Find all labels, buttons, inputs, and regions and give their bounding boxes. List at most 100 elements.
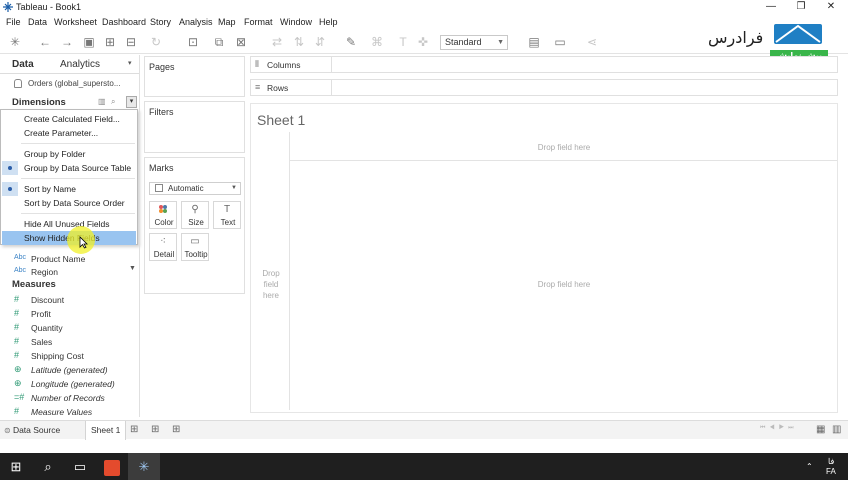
show-cards-icon[interactable]: ▤ [527,35,541,49]
chevron-down-icon: ▼ [497,39,504,46]
view-drop-zone[interactable]: Drop field here [291,280,837,289]
dimensions-menu-button[interactable]: ▾ [126,96,137,108]
tableau-taskbar-icon[interactable]: ✳ [128,453,160,480]
undo-icon[interactable]: ← [38,35,52,49]
label-icon[interactable]: T [396,35,410,49]
swap-icon[interactable]: ⇄ [270,35,284,49]
sort-descending-icon[interactable]: ⇵ [313,35,327,49]
menu-item-create-parameter[interactable]: Create Parameter... [2,126,136,140]
worksheet-canvas[interactable]: Sheet 1 Drop field here Drop field here … [250,103,838,413]
group-icon[interactable]: ⌘ [370,35,384,49]
sheet-title[interactable]: Sheet 1 [257,112,305,128]
presentation-icon[interactable]: ▭ [553,35,567,49]
scroll-down-icon[interactable]: ▼ [129,265,136,272]
field-longitude[interactable]: ⊕ Longitude (generated) [0,377,139,391]
menu-help[interactable]: Help [319,17,338,27]
rows-drop-zone[interactable]: Drop field here [253,268,289,301]
field-shipping-cost[interactable]: # Shipping Cost [0,349,139,363]
field-product-name[interactable]: Abc Product Name [0,252,139,266]
menu-worksheet[interactable]: Worksheet [54,17,97,27]
duplicate-icon[interactable]: ⧉ [212,35,226,49]
tab-data-source[interactable]: ⊜ Data Source [4,421,60,440]
columns-shelf[interactable]: ⦀ Columns [250,56,838,73]
detail-label: Detail [153,250,175,259]
search-icon[interactable]: ⌕ [32,453,64,480]
share-icon[interactable]: ⋖ [585,35,599,49]
filters-card[interactable]: Filters [144,101,245,153]
color-button[interactable]: Color [149,201,177,229]
tableau-logo-icon[interactable]: ✳ [8,35,22,49]
clear-icon[interactable]: ⊠ [234,35,248,49]
datasource-item[interactable]: Orders (global_supersto... [0,76,139,92]
rows-drop-text: here [262,291,279,300]
size-button[interactable]: ⚲ Size [181,201,209,229]
restore-button[interactable]: ❐ [786,0,816,15]
new-datasource-icon[interactable]: ⊞ [103,35,117,49]
tray-up-arrow-icon[interactable]: ⌃ [806,462,813,471]
mark-type-select[interactable]: Automatic ▼ [149,182,241,195]
menu-item-group-by-data-source-table[interactable]: Group by Data Source Table [2,161,136,175]
tab-sheet-1[interactable]: Sheet 1 [85,421,127,440]
grid-view-icon[interactable]: ▥ [832,424,841,435]
minimize-button[interactable]: — [756,0,786,15]
columns-drop-zone[interactable]: Drop field here [291,143,837,152]
highlight-icon[interactable]: ✎ [344,35,358,49]
pages-card[interactable]: Pages [144,56,245,97]
globe-icon: ⊕ [14,378,22,388]
field-sales[interactable]: # Sales [0,335,139,349]
view-as-list-icon[interactable]: ▥ [98,97,106,106]
menu-window[interactable]: Window [280,17,312,27]
menu-dashboard[interactable]: Dashboard [102,17,146,27]
menu-item-sort-by-data-source-order[interactable]: Sort by Data Source Order [2,196,136,210]
tab-data[interactable]: Data [12,59,34,70]
menu-item-group-by-folder[interactable]: Group by Folder [2,147,136,161]
menu-data[interactable]: Data [28,17,47,27]
new-dashboard-icon[interactable]: ⊞ [151,424,159,435]
field-measure-values[interactable]: # Measure Values [0,405,139,419]
field-discount[interactable]: # Discount [0,293,139,307]
field-latitude[interactable]: ⊕ Latitude (generated) [0,363,139,377]
close-button[interactable]: ✕ [816,0,846,15]
field-number-of-records[interactable]: =# Number of Records [0,391,139,405]
fit-select[interactable]: Standard ▼ [440,35,508,50]
menu-format[interactable]: Format [244,17,273,27]
save-icon[interactable]: ▣ [82,35,96,49]
tab-analytics[interactable]: Analytics [60,59,100,70]
camtasia-app-icon[interactable] [96,453,128,480]
search-icon[interactable]: ⌕ [111,97,115,107]
new-worksheet-icon[interactable]: ⊞ [130,424,138,435]
menu-analysis[interactable]: Analysis [179,17,213,27]
sort-ascending-icon[interactable]: ⇅ [292,35,306,49]
field-profit[interactable]: # Profit [0,307,139,321]
text-button[interactable]: T Text [213,201,241,229]
menu-map[interactable]: Map [218,17,236,27]
menu-item-hide-all-unused-fields[interactable]: Hide All Unused Fields [2,217,136,231]
language-indicator[interactable]: FA [826,467,836,476]
new-worksheet-icon[interactable]: ⊡ [186,35,200,49]
fix-axes-icon[interactable]: ✜ [416,35,430,49]
string-type-icon: Abc [14,267,27,274]
field-region[interactable]: Abc Region [0,265,139,279]
menu-file[interactable]: File [6,17,21,27]
number-type-icon: # [14,308,20,318]
pause-updates-icon[interactable]: ⊟ [124,35,138,49]
sheet-navigation-arrows[interactable]: ⏮◀▶⏭ [760,425,798,432]
refresh-icon[interactable]: ↻ [149,35,163,49]
tooltip-button[interactable]: ▭ Tooltip [181,233,209,261]
menu-item-create-calculated-field[interactable]: Create Calculated Field... [2,112,136,126]
new-story-icon[interactable]: ⊞ [172,424,180,435]
detail-button[interactable]: ⁖ Detail [149,233,177,261]
size-icon: ⚲ [191,204,199,215]
pane-menu-icon[interactable]: ▾ [128,59,132,67]
datasource-label: Orders (global_supersto... [28,79,121,88]
number-type-icon: # [14,322,20,332]
filmstrip-view-icon[interactable]: ▦ [816,424,825,435]
task-view-icon[interactable]: ▭ [64,453,96,480]
field-quantity[interactable]: # Quantity [0,321,139,335]
menu-item-sort-by-name[interactable]: Sort by Name [2,182,136,196]
windows-start-icon[interactable]: ⊞ [0,453,32,480]
rows-shelf[interactable]: ≡ Rows [250,79,838,96]
rows-drop-text: Drop [262,269,280,278]
menu-story[interactable]: Story [150,17,171,27]
redo-icon[interactable]: → [60,35,74,49]
